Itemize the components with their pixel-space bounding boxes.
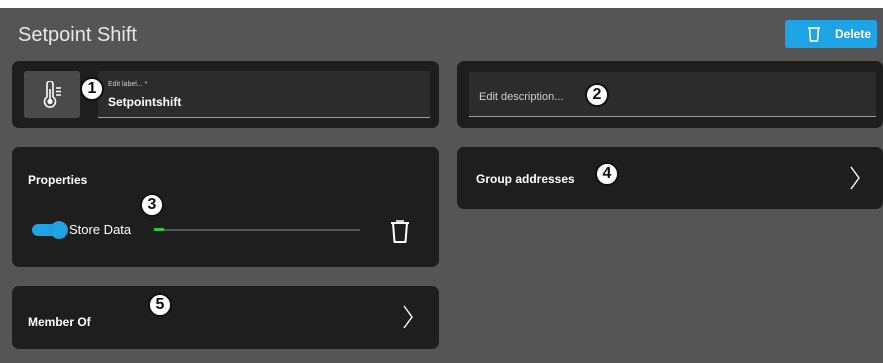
member-of-card[interactable]: Member Of 5 [12, 286, 439, 349]
delete-button[interactable]: Delete [785, 20, 877, 48]
callout-badge-5: 5 [148, 293, 172, 317]
icon-picker-button[interactable] [24, 71, 80, 118]
store-data-toggle[interactable] [32, 221, 68, 239]
description-field[interactable]: Edit description... [469, 72, 876, 117]
delete-button-label: Delete [835, 27, 872, 41]
properties-title: Properties [28, 173, 88, 187]
store-data-label: Store Data [69, 222, 132, 237]
page-title: Setpoint Shift [18, 24, 137, 46]
group-addresses-title: Group addresses [476, 172, 575, 186]
member-of-title: Member Of [28, 315, 91, 329]
store-data-progress-fill [154, 228, 165, 231]
callout-badge-2: 2 [585, 83, 609, 107]
label-field-value: Setpointshift [108, 95, 182, 109]
store-data-progress [154, 228, 360, 231]
callout-badge-4: 4 [595, 162, 619, 186]
callout-badge-3: 3 [140, 193, 164, 217]
thermometer-icon [43, 80, 61, 108]
label-card: Edit label... * Setpointshift 1 [12, 61, 439, 128]
callout-badge-1: 1 [80, 77, 104, 101]
trash-icon [808, 27, 820, 42]
label-field-caption: Edit label... * [108, 81, 148, 88]
label-field[interactable]: Edit label... * Setpointshift [98, 71, 430, 118]
chevron-right-icon[interactable] [848, 165, 862, 191]
toggle-knob [50, 221, 68, 239]
description-card: Edit description... 2 [457, 61, 883, 128]
chevron-right-icon[interactable] [401, 304, 415, 330]
editor-panel: Setpoint Shift Delete Edit label... * Se… [0, 8, 883, 363]
trash-icon[interactable] [390, 220, 410, 244]
properties-card: Properties 3 Store Data [12, 147, 439, 267]
description-placeholder: Edit description... [479, 91, 564, 103]
group-addresses-card[interactable]: Group addresses 4 [457, 147, 883, 209]
